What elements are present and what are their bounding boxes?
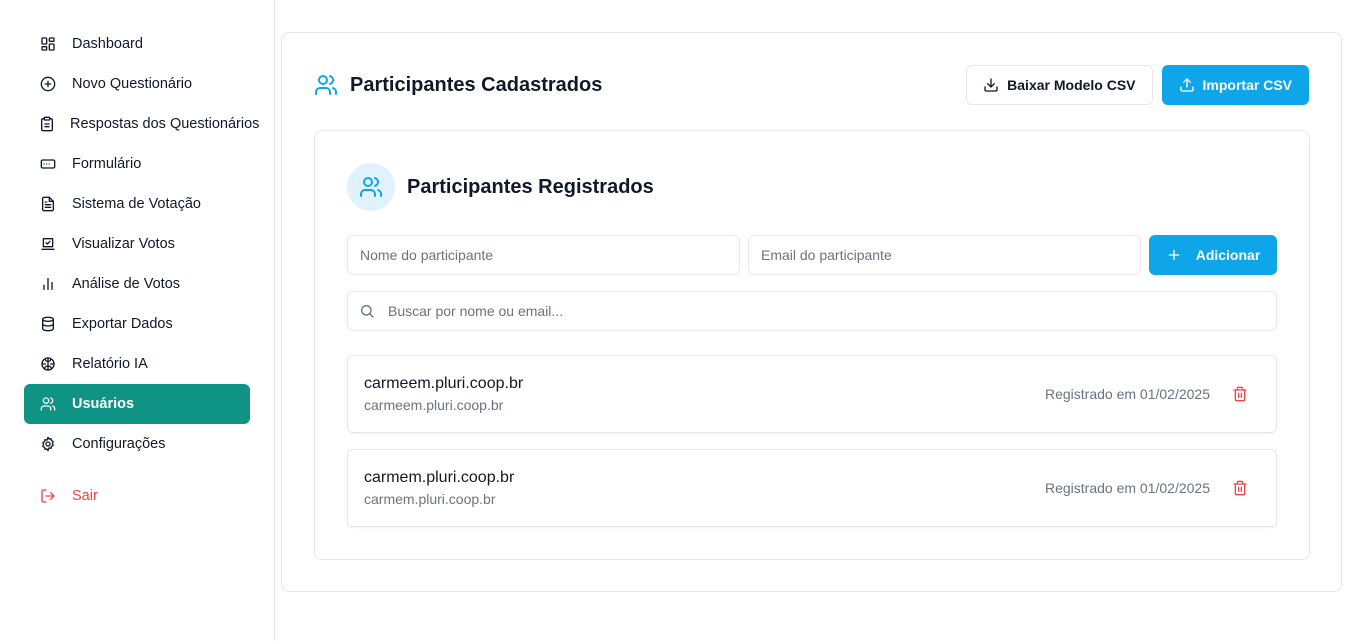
download-csv-label: Baixar Modelo CSV	[1007, 77, 1136, 93]
users-icon	[314, 73, 338, 97]
sidebar-item-label: Formulário	[72, 156, 142, 172]
sidebar-nav: Dashboard Novo Questionário Respostas do…	[24, 24, 259, 516]
database-icon	[39, 315, 57, 333]
search-box	[347, 291, 1277, 331]
list-item: carmem.pluri.coop.br carmem.pluri.coop.b…	[347, 449, 1277, 527]
brain-icon	[39, 355, 57, 373]
ballot-box-icon	[39, 235, 57, 253]
users-icon	[347, 163, 395, 211]
users-icon	[39, 395, 57, 413]
form-input-icon	[39, 155, 57, 173]
page-title: Participantes Cadastrados	[350, 73, 603, 96]
registered-date: Registrado em 01/02/2025	[1045, 386, 1210, 402]
download-csv-template-button[interactable]: Baixar Modelo CSV	[966, 65, 1153, 105]
participants-card: Participantes Cadastrados Baixar Modelo …	[281, 32, 1342, 592]
bar-chart-icon	[39, 275, 57, 293]
sidebar-item-configuracoes[interactable]: Configurações	[24, 424, 250, 464]
logout-button[interactable]: Sair	[24, 476, 250, 516]
download-icon	[984, 78, 998, 92]
file-text-icon	[39, 195, 57, 213]
import-csv-label: Importar CSV	[1202, 77, 1292, 93]
add-participant-form: Adicionar	[347, 235, 1277, 275]
participant-name-input[interactable]	[347, 235, 740, 275]
sidebar-item-analise-votos[interactable]: Análise de Votos	[24, 264, 250, 304]
sidebar-item-respostas[interactable]: Respostas dos Questionários	[24, 104, 259, 144]
sidebar-item-formulario[interactable]: Formulário	[24, 144, 250, 184]
add-label: Adicionar	[1195, 247, 1261, 263]
participant-info: carmeem.pluri.coop.br carmeem.pluri.coop…	[364, 375, 523, 413]
sidebar-item-sistema-votacao[interactable]: Sistema de Votação	[24, 184, 250, 224]
sidebar-item-label: Novo Questionário	[72, 76, 193, 92]
participants-list: carmeem.pluri.coop.br carmeem.pluri.coop…	[347, 355, 1277, 543]
participant-name: carmeem.pluri.coop.br	[364, 375, 524, 392]
sidebar-item-label: Sistema de Votação	[72, 196, 201, 212]
delete-button[interactable]	[1224, 472, 1256, 504]
logout-label: Sair	[72, 488, 98, 504]
sidebar-item-label: Usuários	[72, 396, 135, 412]
header-actions: Baixar Modelo CSV Importar CSV	[966, 65, 1309, 105]
dashboard-icon	[39, 35, 57, 53]
participant-email-input[interactable]	[748, 235, 1141, 275]
sidebar-item-label: Visualizar Votos	[72, 236, 175, 252]
sidebar-item-relatorio-ia[interactable]: Relatório IA	[24, 344, 250, 384]
plus-circle-icon	[39, 75, 57, 93]
logout-icon	[39, 487, 57, 505]
sidebar-item-label: Dashboard	[72, 36, 143, 52]
section-title: Participantes Registrados	[407, 175, 654, 198]
plus-icon	[1168, 249, 1180, 261]
search-icon	[359, 303, 375, 319]
page-header: Participantes Cadastrados Baixar Modelo …	[314, 65, 1309, 105]
participant-info: carmem.pluri.coop.br carmem.pluri.coop.b…	[364, 469, 514, 507]
gear-icon	[39, 435, 57, 453]
clipboard-icon	[39, 115, 55, 133]
sidebar: Dashboard Novo Questionário Respostas do…	[0, 0, 275, 641]
registered-date: Registrado em 01/02/2025	[1045, 480, 1210, 496]
sidebar-item-visualizar-votos[interactable]: Visualizar Votos	[24, 224, 250, 264]
sidebar-item-usuarios[interactable]: Usuários	[24, 384, 250, 424]
search-input[interactable]	[347, 291, 1277, 331]
import-csv-button[interactable]: Importar CSV	[1161, 65, 1309, 105]
sidebar-item-label: Análise de Votos	[72, 276, 181, 292]
trash-icon	[1233, 480, 1247, 496]
add-participant-button[interactable]: Adicionar	[1149, 235, 1277, 275]
participant-email: carmeem.pluri.coop.br	[364, 397, 504, 413]
sidebar-item-exportar-dados[interactable]: Exportar Dados	[24, 304, 250, 344]
registered-participants-panel: Participantes Registrados Adicionar carm…	[314, 130, 1310, 560]
upload-icon	[1179, 78, 1194, 92]
trash-icon	[1233, 386, 1247, 402]
sidebar-item-label: Relatório IA	[72, 356, 148, 372]
sidebar-item-label: Exportar Dados	[72, 316, 173, 332]
sidebar-item-label: Configurações	[72, 436, 166, 452]
sidebar-item-label: Respostas dos Questionários	[70, 116, 260, 132]
sidebar-item-novo-questionario[interactable]: Novo Questionário	[24, 64, 250, 104]
section-header: Participantes Registrados	[347, 163, 654, 211]
delete-button[interactable]	[1224, 378, 1256, 410]
list-item: carmeem.pluri.coop.br carmeem.pluri.coop…	[347, 355, 1277, 433]
sidebar-item-dashboard[interactable]: Dashboard	[24, 24, 250, 64]
participant-email: carmem.pluri.coop.br	[364, 491, 496, 507]
participant-name: carmem.pluri.coop.br	[364, 469, 515, 486]
